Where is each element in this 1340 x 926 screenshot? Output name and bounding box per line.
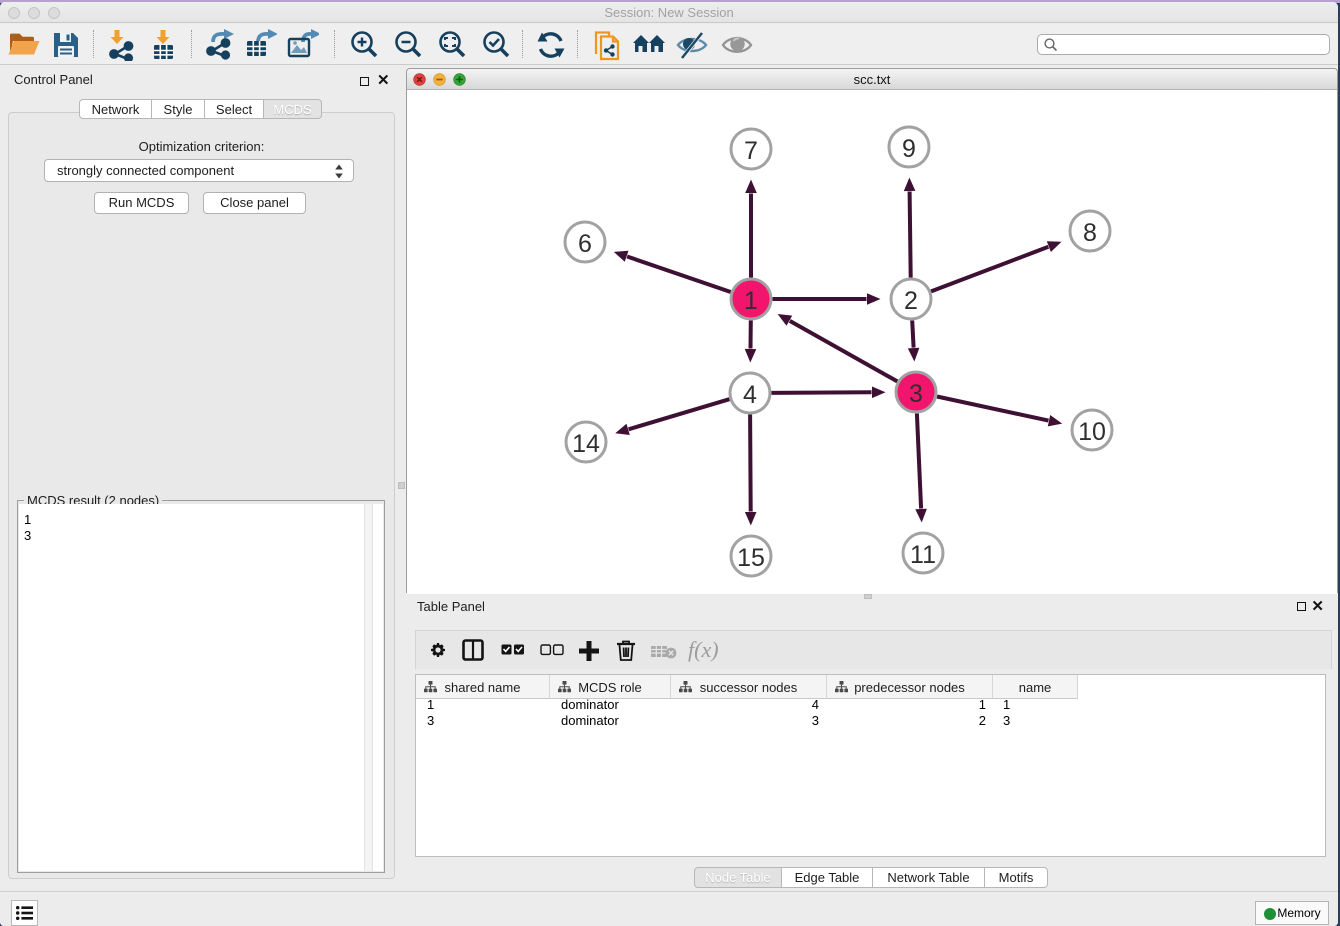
svg-text:8: 8 — [1083, 219, 1097, 247]
svg-text:6: 6 — [578, 230, 592, 258]
svg-text:7: 7 — [744, 137, 758, 165]
svg-text:3: 3 — [909, 380, 923, 408]
svg-text:15: 15 — [737, 544, 765, 572]
svg-text:4: 4 — [743, 381, 757, 409]
svg-text:9: 9 — [902, 135, 916, 163]
svg-text:1: 1 — [744, 287, 758, 315]
svg-text:14: 14 — [572, 430, 600, 458]
svg-text:10: 10 — [1078, 418, 1106, 446]
svg-text:11: 11 — [910, 541, 936, 569]
svg-text:2: 2 — [904, 287, 918, 315]
